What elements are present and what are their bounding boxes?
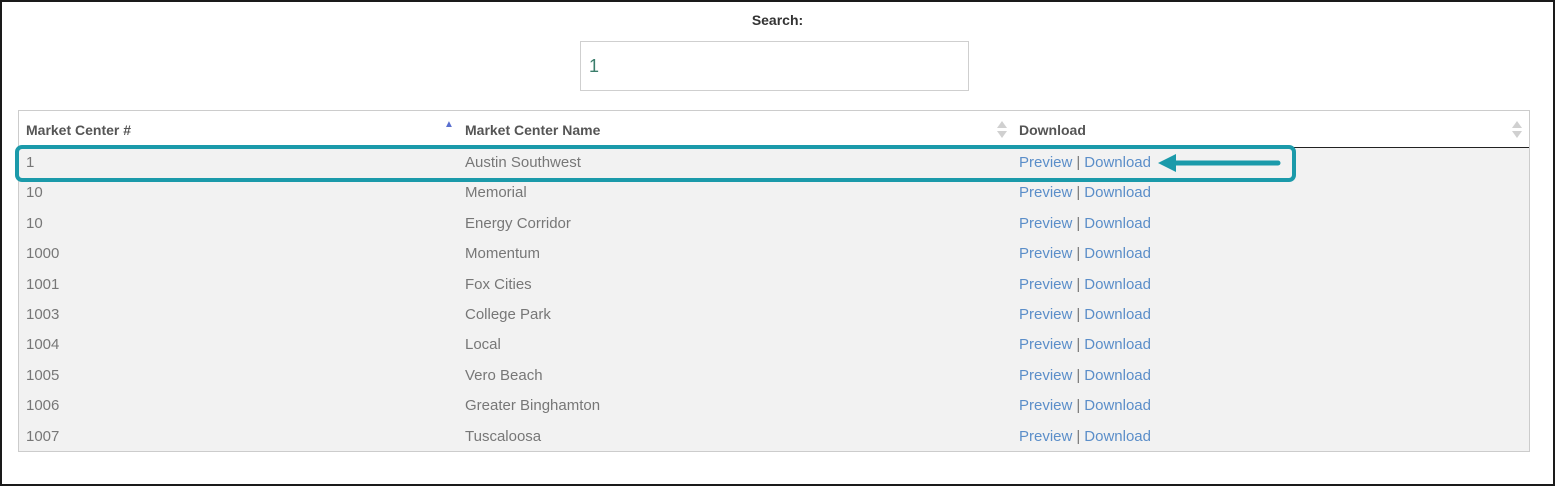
market-center-number: 1004 (26, 336, 60, 354)
download-actions: Preview | Download (1019, 270, 1151, 300)
table-header: Market Center # ▲ Market Center Name Dow… (19, 111, 1529, 148)
download-link[interactable]: Download (1084, 184, 1151, 201)
table-row: 10 Memorial Preview | Download (19, 178, 1529, 208)
preview-link[interactable]: Preview (1019, 184, 1072, 201)
download-link[interactable]: Download (1084, 245, 1151, 262)
table-row: 1001 Fox Cities Preview | Download (19, 270, 1529, 300)
download-link[interactable]: Download (1084, 276, 1151, 293)
column-header-download[interactable]: Download (1019, 111, 1522, 147)
market-center-number: 10 (26, 184, 43, 202)
column-header-label: Download (1019, 122, 1086, 138)
table-row: 1003 College Park Preview | Download (19, 300, 1529, 330)
column-header-label: Market Center # (26, 122, 132, 138)
download-actions: Preview | Download (1019, 391, 1151, 421)
download-actions: Preview | Download (1019, 209, 1151, 239)
search-label: Search: (751, 12, 804, 28)
link-separator: | (1076, 366, 1081, 384)
market-center-name: Tuscaloosa (465, 427, 542, 445)
preview-link[interactable]: Preview (1019, 245, 1072, 262)
market-center-name: Energy Corridor (465, 214, 571, 232)
download-actions: Preview | Download (1019, 361, 1151, 391)
table-row: 1007 Tuscaloosa Preview | Download (19, 422, 1529, 452)
market-center-name: Memorial (465, 184, 527, 202)
row-highlight-annotation (15, 145, 1296, 182)
sort-icon (1512, 121, 1522, 139)
preview-link[interactable]: Preview (1019, 215, 1072, 232)
market-center-name: Momentum (465, 245, 541, 263)
market-center-number: 1005 (26, 366, 60, 384)
link-separator: | (1076, 306, 1081, 323)
preview-link[interactable]: Preview (1019, 367, 1072, 384)
link-separator: | (1076, 214, 1081, 232)
table-row: 1000 Momentum Preview | Download (19, 239, 1529, 269)
search-input[interactable] (580, 41, 969, 91)
download-link[interactable]: Download (1084, 306, 1151, 323)
sort-icon (997, 121, 1007, 139)
download-actions: Preview | Download (1019, 330, 1151, 360)
preview-link[interactable]: Preview (1019, 336, 1072, 353)
download-actions: Preview | Download (1019, 239, 1151, 269)
column-header-market-center-name[interactable]: Market Center Name (465, 111, 1010, 147)
table-row: 1004 Local Preview | Download (19, 330, 1529, 360)
market-center-number: 1003 (26, 306, 60, 323)
market-center-number: 1001 (26, 275, 60, 293)
market-center-name: College Park (465, 306, 551, 323)
download-link[interactable]: Download (1084, 367, 1151, 384)
link-separator: | (1076, 397, 1081, 415)
market-center-number: 1000 (26, 245, 60, 263)
link-separator: | (1076, 427, 1081, 445)
column-header-market-center-number[interactable]: Market Center # ▲ (26, 111, 456, 147)
download-link[interactable]: Download (1084, 215, 1151, 232)
preview-link[interactable]: Preview (1019, 306, 1072, 323)
preview-link[interactable]: Preview (1019, 397, 1072, 414)
download-actions: Preview | Download (1019, 300, 1151, 330)
column-header-label: Market Center Name (465, 122, 601, 138)
market-center-number: 10 (26, 214, 43, 232)
market-center-name: Greater Binghamton (465, 397, 601, 415)
download-actions: Preview | Download (1019, 422, 1151, 452)
market-center-name: Fox Cities (465, 275, 532, 293)
arrow-annotation-icon (1158, 154, 1281, 172)
preview-link[interactable]: Preview (1019, 428, 1072, 445)
sort-ascending-icon: ▲ (444, 119, 454, 130)
market-center-name: Local (465, 336, 501, 354)
link-separator: | (1076, 245, 1081, 263)
download-link[interactable]: Download (1084, 428, 1151, 445)
table-row: 1005 Vero Beach Preview | Download (19, 361, 1529, 391)
table-row: 1006 Greater Binghamton Preview | Download (19, 391, 1529, 421)
download-actions: Preview | Download (1019, 178, 1151, 208)
link-separator: | (1076, 336, 1081, 354)
link-separator: | (1076, 184, 1081, 202)
market-center-number: 1007 (26, 427, 60, 445)
market-center-number: 1006 (26, 397, 60, 415)
preview-link[interactable]: Preview (1019, 276, 1072, 293)
market-center-name: Vero Beach (465, 366, 543, 384)
table-row: 10 Energy Corridor Preview | Download (19, 209, 1529, 239)
link-separator: | (1076, 275, 1081, 293)
download-link[interactable]: Download (1084, 336, 1151, 353)
download-link[interactable]: Download (1084, 397, 1151, 414)
